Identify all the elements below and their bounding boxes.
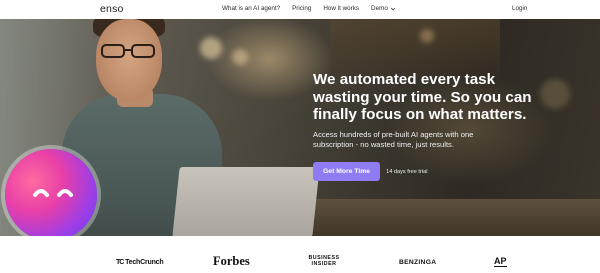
glasses-graphic xyxy=(101,44,155,58)
bokeh-light xyxy=(232,49,248,65)
emoji-face-eyes xyxy=(33,189,73,197)
bokeh-light xyxy=(420,29,434,43)
techcrunch-logo-label: TechCrunch xyxy=(125,259,164,266)
nav-link-demo[interactable]: Demo xyxy=(371,5,396,12)
nav-link-how-it-works[interactable]: How it works xyxy=(323,5,359,12)
chevron-down-icon xyxy=(390,7,395,10)
nav-link-demo-label: Demo xyxy=(371,5,388,12)
hero-subtext: Access hundreds of pre-built AI agents w… xyxy=(313,130,474,149)
person-photo-head xyxy=(96,19,162,101)
laptop-graphic xyxy=(172,167,320,236)
enso-logo[interactable]: enso xyxy=(100,3,124,15)
ap-logo: AP xyxy=(494,256,507,267)
techcrunch-logo: TC TechCrunch xyxy=(116,259,164,266)
free-trial-note: 14 days free trial xyxy=(386,168,428,175)
get-more-time-button[interactable]: Get More Time xyxy=(313,162,381,181)
login-link[interactable]: Login xyxy=(512,5,527,12)
bokeh-light xyxy=(540,79,570,109)
cta-row: Get More Time 14 days free trial xyxy=(313,162,427,181)
bokeh-light xyxy=(200,37,222,59)
techcrunch-mark: TC xyxy=(116,259,124,266)
nav-link-what-is-ai-agent[interactable]: What is an AI agent? xyxy=(222,5,280,12)
forbes-logo: Forbes xyxy=(213,254,250,268)
emoji-face-icon[interactable] xyxy=(5,149,97,236)
hero-section: We automated every task wasting your tim… xyxy=(0,19,600,236)
business-insider-logo: BUSINESS INSIDER xyxy=(308,255,340,268)
hero-headline: We automated every task wasting your tim… xyxy=(313,71,532,124)
press-logos-bar: TC TechCrunch Forbes BUSINESS INSIDER BE… xyxy=(0,236,600,273)
background-shelf xyxy=(330,19,500,79)
top-navbar: enso What is an AI agent? Pricing How it… xyxy=(0,0,600,19)
nav-links: What is an AI agent? Pricing How it work… xyxy=(222,5,396,12)
nav-link-pricing[interactable]: Pricing xyxy=(292,5,311,12)
benzinga-logo: BENZINGA xyxy=(399,259,437,266)
